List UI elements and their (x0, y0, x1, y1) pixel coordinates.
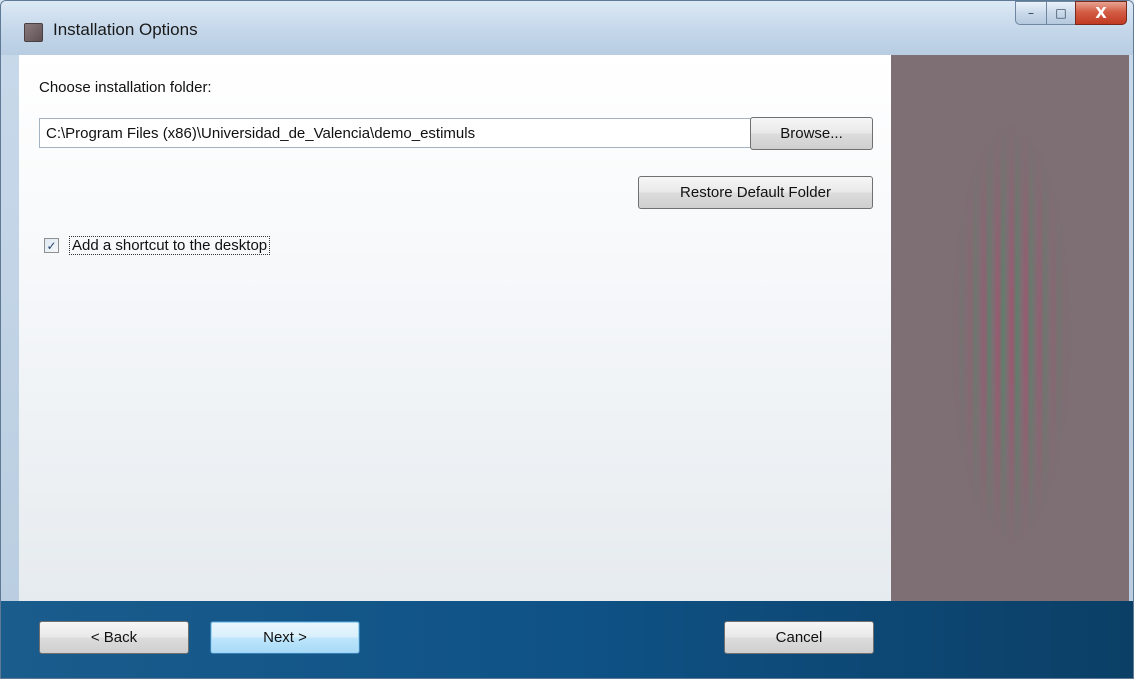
side-banner-image (891, 55, 1129, 601)
checkmark-icon: ✓ (46, 238, 57, 253)
installer-window: Installation Options – □ X Choose instal… (0, 0, 1134, 679)
browse-button[interactable]: Browse... (750, 117, 873, 150)
next-button[interactable]: Next > (210, 621, 360, 654)
maximize-icon: □ (1055, 6, 1067, 20)
app-icon (24, 23, 43, 42)
close-button[interactable]: X (1075, 1, 1127, 25)
maximize-button[interactable]: □ (1046, 1, 1075, 25)
restore-default-folder-button[interactable]: Restore Default Folder (638, 176, 873, 209)
cancel-button[interactable]: Cancel (724, 621, 874, 654)
shortcut-checkbox[interactable]: ✓ (44, 238, 59, 253)
minimize-icon: – (1028, 6, 1034, 20)
gabor-pattern-graphic (951, 125, 1071, 545)
close-icon: X (1095, 4, 1107, 22)
options-panel: Choose installation folder: Browse... Re… (19, 55, 891, 601)
window-controls: – □ X (1015, 1, 1127, 27)
install-folder-input[interactable] (39, 118, 756, 148)
title-bar[interactable]: Installation Options – □ X (1, 1, 1133, 55)
folder-label: Choose installation folder: (39, 79, 212, 96)
shortcut-label[interactable]: Add a shortcut to the desktop (69, 236, 271, 255)
window-title: Installation Options (53, 20, 198, 39)
footer-bar: < Back Next > Cancel (1, 601, 1133, 678)
minimize-button[interactable]: – (1015, 1, 1046, 25)
back-button[interactable]: < Back (39, 621, 189, 654)
